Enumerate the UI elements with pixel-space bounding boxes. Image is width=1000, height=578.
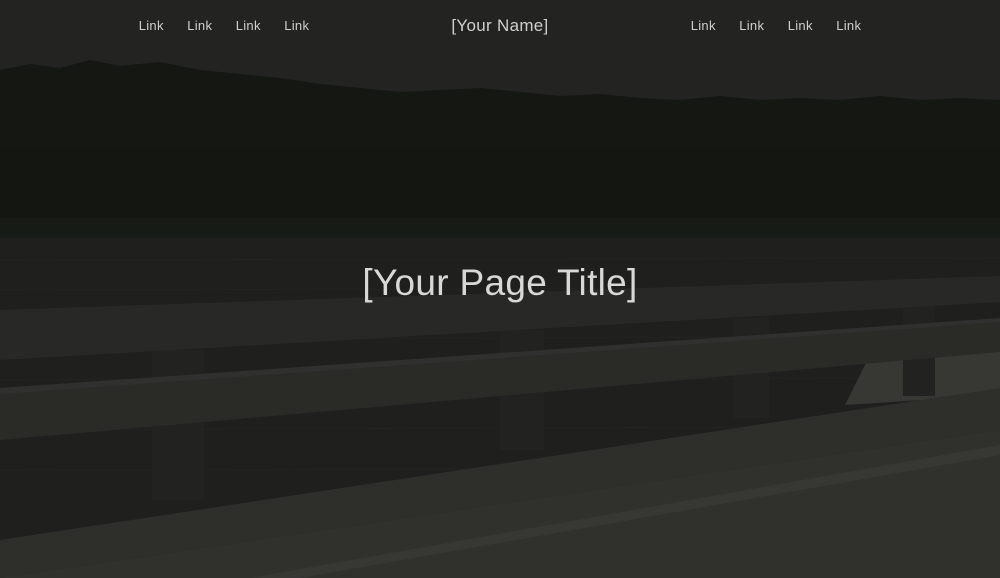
nav-left-link-4[interactable]: Link: [273, 18, 322, 33]
nav-left-link-2[interactable]: Link: [176, 18, 225, 33]
nav-left-link-1[interactable]: Link: [127, 18, 176, 33]
nav-left-group: Link Link Link Link: [127, 18, 321, 33]
nav-right-link-1[interactable]: Link: [679, 18, 728, 33]
nav-right-link-4[interactable]: Link: [825, 18, 874, 33]
nav-right-link-3[interactable]: Link: [776, 18, 825, 33]
nav-right-group: Link Link Link Link: [679, 18, 873, 33]
top-navigation: Link Link Link Link [Your Name] Link Lin…: [0, 0, 1000, 56]
page-title: [Your Page Title]: [362, 262, 638, 303]
hero-section: Link Link Link Link [Your Name] Link Lin…: [0, 0, 1000, 578]
nav-left-link-3[interactable]: Link: [224, 18, 273, 33]
brand-name[interactable]: [Your Name]: [451, 16, 548, 35]
nav-right-link-2[interactable]: Link: [728, 18, 777, 33]
